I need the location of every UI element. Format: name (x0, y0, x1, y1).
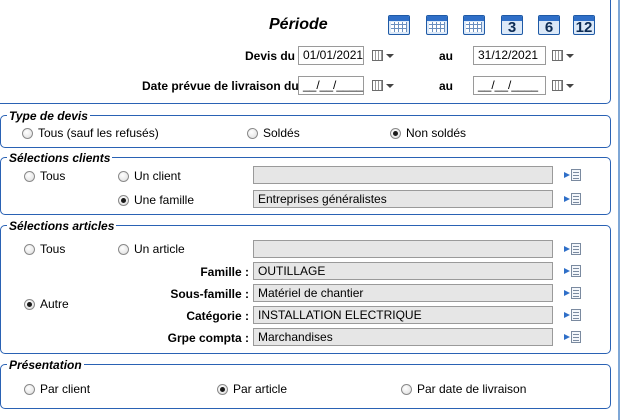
option-label: Un client (134, 169, 181, 183)
devis-to-label: au (439, 49, 454, 63)
option-label: Par article (233, 382, 288, 396)
type-devis-option-soldes[interactable]: Soldés (247, 125, 300, 141)
calendar-month-icon[interactable] (463, 15, 485, 35)
type-devis-panel: Type de devis Tous (sauf les refusés) So… (0, 110, 611, 148)
radio-button[interactable] (118, 170, 129, 182)
radio-button[interactable] (24, 170, 35, 182)
option-label: Une famille (134, 193, 195, 207)
article-select-icon[interactable] (564, 242, 582, 256)
famille-select-icon[interactable] (564, 264, 582, 278)
calendar-12-months-icon[interactable]: 12 (573, 15, 595, 35)
radio-button[interactable] (24, 243, 35, 255)
article-field[interactable] (253, 240, 553, 258)
presentation-option-date-livraison[interactable]: Par date de livraison (401, 381, 526, 397)
clients-option-tous[interactable]: Tous (24, 168, 65, 184)
sous-famille-field[interactable]: Matériel de chantier (253, 284, 553, 302)
option-label: Autre (40, 297, 69, 311)
clients-option-un-client[interactable]: Un client (118, 168, 181, 184)
articles-option-autre[interactable]: Autre (24, 296, 69, 312)
type-devis-option-tous[interactable]: Tous (sauf les refusés) (22, 125, 159, 141)
categorie-field[interactable]: INSTALLATION ELECTRIQUE (253, 306, 553, 324)
articles-option-tous[interactable]: Tous (24, 241, 65, 257)
window-right-edge (618, 0, 620, 420)
devis-from-field[interactable]: 01/01/2021 (298, 46, 364, 65)
devis-from-dropdown-icon[interactable] (386, 54, 394, 58)
categorie-select-icon[interactable] (564, 308, 582, 322)
presentation-panel: Présentation Par client Par article Par … (0, 359, 611, 409)
articles-panel: Sélections articles Tous Un article Autr… (0, 220, 611, 354)
livraison-to-dropdown-icon[interactable] (566, 84, 574, 88)
radio-button[interactable] (24, 383, 35, 395)
sous-famille-label: Sous-famille : (170, 287, 249, 301)
livraison-date-label: Date prévue de livraison du (142, 79, 299, 93)
livraison-to-calendar-icon[interactable] (552, 80, 563, 91)
devis-from-calendar-icon[interactable] (372, 50, 383, 61)
calendar-6-months-icon[interactable]: 6 (538, 15, 560, 35)
option-label: Non soldés (406, 126, 467, 140)
calendar-day-icon[interactable] (388, 15, 410, 35)
famille-label: Famille : (200, 265, 249, 279)
radio-button[interactable] (217, 383, 228, 395)
client-family-select-icon[interactable] (564, 192, 582, 206)
radio-button[interactable] (401, 383, 412, 395)
presentation-legend: Présentation (7, 358, 84, 372)
radio-button[interactable] (247, 127, 258, 139)
radio-button[interactable] (24, 298, 35, 310)
radio-button[interactable] (118, 243, 129, 255)
option-label: Tous (40, 242, 66, 256)
clients-legend: Sélections clients (7, 151, 113, 165)
categorie-label: Catégorie : (186, 309, 249, 323)
option-label: Tous (sauf les refusés) (38, 126, 159, 140)
option-label: Un article (134, 242, 185, 256)
articles-legend: Sélections articles (7, 219, 117, 233)
calendar-3-months-icon[interactable]: 3 (501, 15, 523, 35)
livraison-from-dropdown-icon[interactable] (386, 84, 394, 88)
client-field[interactable] (253, 166, 553, 184)
option-label: Soldés (263, 126, 300, 140)
option-label: Par date de livraison (417, 382, 527, 396)
livraison-from-calendar-icon[interactable] (372, 80, 383, 91)
radio-button[interactable] (390, 127, 401, 139)
calendar-week-icon[interactable] (426, 15, 448, 35)
client-select-icon[interactable] (564, 168, 582, 182)
clients-panel: Sélections clients Tous Un client Une fa… (0, 152, 611, 215)
radio-button[interactable] (118, 194, 129, 206)
periode-title: Période (269, 16, 328, 33)
presentation-option-article[interactable]: Par article (217, 381, 287, 397)
devis-to-calendar-icon[interactable] (552, 50, 563, 61)
calendar-12-label: 12 (575, 19, 593, 35)
devis-to-dropdown-icon[interactable] (566, 54, 574, 58)
option-label: Tous (40, 169, 66, 183)
grpe-compta-select-icon[interactable] (564, 330, 582, 344)
option-label: Par client (40, 382, 91, 396)
periode-panel: Période 3 6 12 Devis du 01/01/2021 au 31… (0, 0, 611, 104)
presentation-option-client[interactable]: Par client (24, 381, 90, 397)
livraison-from-field[interactable]: __/__/____ (298, 76, 364, 95)
articles-option-un-article[interactable]: Un article (118, 241, 185, 257)
clients-option-une-famille[interactable]: Une famille (118, 192, 194, 208)
type-devis-legend: Type de devis (7, 109, 90, 123)
livraison-to-field[interactable]: __/__/____ (473, 76, 546, 95)
devis-to-field[interactable]: 31/12/2021 (473, 46, 546, 65)
calendar-3-label: 3 (507, 19, 517, 35)
livraison-to-label: au (439, 79, 454, 93)
famille-field[interactable]: OUTILLAGE (253, 262, 553, 280)
grpe-compta-field[interactable]: Marchandises (253, 328, 553, 346)
type-devis-option-non-soldes[interactable]: Non soldés (390, 125, 466, 141)
sous-famille-select-icon[interactable] (564, 286, 582, 300)
calendar-6-label: 6 (544, 19, 554, 35)
grpe-compta-label: Grpe compta : (167, 331, 249, 345)
radio-button[interactable] (22, 127, 33, 139)
client-family-field[interactable]: Entreprises généralistes (253, 190, 553, 208)
devis-date-label: Devis du (245, 49, 296, 63)
